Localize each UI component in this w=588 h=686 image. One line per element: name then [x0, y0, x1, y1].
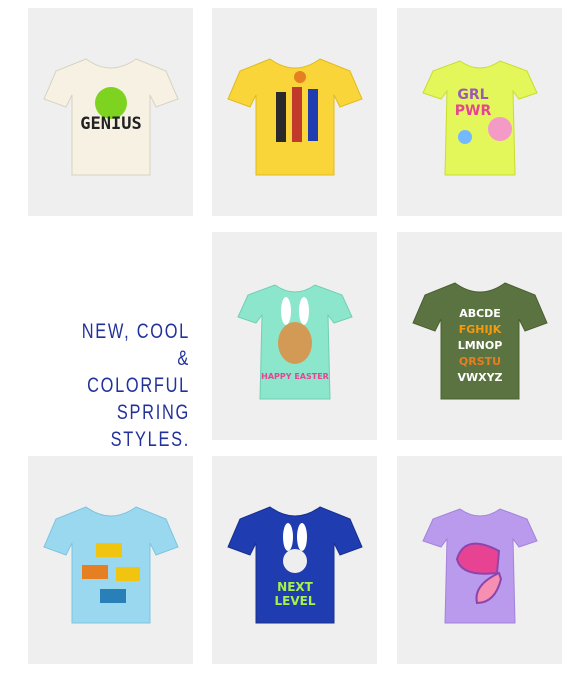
product-tile-basketball-tee[interactable]	[212, 8, 377, 216]
svg-text:HAPPY EASTER: HAPPY EASTER	[261, 372, 329, 381]
svg-text:LMNOP: LMNOP	[457, 339, 502, 352]
product-tile-construction-trucks-tee[interactable]	[28, 456, 193, 664]
promo-line-2: COLORFUL	[87, 374, 190, 397]
tshirt-basketball-image	[226, 58, 363, 176]
product-tile-alphabet-trucks-tee[interactable]: ABCDE FGHIJK LMNOP QRSTU VWXYZ	[397, 232, 562, 440]
product-tile-genius-tee[interactable]: GENIUS	[28, 8, 193, 216]
tshirt-construction-trucks-image	[42, 506, 179, 624]
tshirt-next-level-bunny-image: NEXT LEVEL	[226, 506, 363, 624]
tshirt-genius-image: GENIUS	[42, 58, 179, 176]
svg-text:GENIUS: GENIUS	[80, 114, 141, 134]
product-tile-happy-easter-tee[interactable]: HAPPY EASTER	[212, 232, 377, 440]
tshirt-easter-cat-image: HAPPY EASTER	[236, 284, 353, 400]
tshirt-alphabet-trucks-image: ABCDE FGHIJK LMNOP QRSTU VWXYZ	[411, 282, 548, 400]
product-tile-next-level-tee[interactable]: NEXT LEVEL	[212, 456, 377, 664]
svg-text:GRL: GRL	[457, 87, 488, 103]
promo-line-3: SPRING STYLES.	[110, 401, 190, 451]
svg-text:ABCDE: ABCDE	[459, 307, 501, 320]
promo-line-1: NEW, COOL &	[81, 320, 190, 370]
tshirt-butterfly-image	[421, 508, 538, 624]
svg-text:PWR: PWR	[454, 103, 491, 119]
promo-headline: NEW, COOL & COLORFUL SPRING STYLES.	[64, 318, 190, 453]
svg-text:VWXYZ: VWXYZ	[457, 371, 502, 384]
product-tile-butterfly-tee[interactable]	[397, 456, 562, 664]
svg-text:NEXT: NEXT	[277, 580, 313, 594]
svg-text:LEVEL: LEVEL	[274, 594, 315, 608]
svg-text:QRSTU: QRSTU	[458, 355, 500, 368]
svg-text:FGHIJK: FGHIJK	[458, 323, 501, 336]
tshirt-girl-pwr-image: GRL PWR	[421, 60, 538, 176]
product-tile-girl-pwr-tee[interactable]: GRL PWR	[397, 8, 562, 216]
